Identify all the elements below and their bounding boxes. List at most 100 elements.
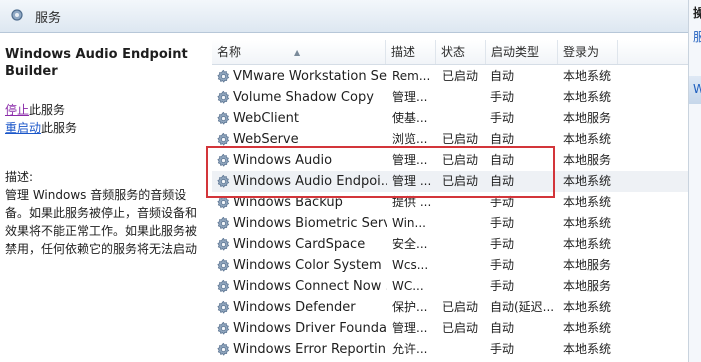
service-name: WebClient xyxy=(233,111,299,126)
actions-pane-item[interactable]: 服 xyxy=(693,28,701,45)
gear-icon xyxy=(216,90,231,105)
service-row[interactable]: VMware Workstation Se... Rem... 已启动 自动 本地系统 xyxy=(212,66,688,87)
service-name: Windows Biometric Serv... xyxy=(233,216,387,231)
gear-icon xyxy=(216,300,231,315)
gear-icon xyxy=(216,258,231,273)
service-details-pane: Windows Audio Endpoint Builder 停止此服务 重启动… xyxy=(0,33,212,362)
column-header-description-label: 描述 xyxy=(391,45,416,59)
service-row[interactable]: Windows Color System Wcs... 手动 本地服务 xyxy=(212,255,688,276)
column-header-logon-label: 登录为 xyxy=(563,45,600,59)
service-description: Rem... xyxy=(392,69,431,83)
service-startup-type: 手动 xyxy=(490,342,515,356)
restart-service-link[interactable]: 重启动 xyxy=(5,121,41,135)
service-row[interactable]: Windows CardSpace 安全... 手动 本地系统 xyxy=(212,234,688,255)
service-startup-type: 自动 xyxy=(490,69,515,83)
service-logon-as: 本地系统 xyxy=(563,321,612,335)
service-logon-as: 本地服务 xyxy=(563,258,612,272)
service-logon-as: 本地系统 xyxy=(563,174,612,188)
service-logon-as: 本地系统 xyxy=(563,300,612,314)
service-startup-type: 自动 xyxy=(490,321,515,335)
service-startup-type: 手动 xyxy=(490,216,515,230)
actions-pane-item-2[interactable]: W xyxy=(693,82,701,96)
restart-service-action: 重启动此服务 xyxy=(5,119,77,136)
service-status xyxy=(442,213,488,234)
service-status: 已启动 xyxy=(442,69,479,83)
service-logon-as: 本地系统 xyxy=(563,216,612,230)
description-label: 描述: xyxy=(5,170,34,184)
column-header-description[interactable]: 描述 xyxy=(386,40,436,64)
service-status: 已启动 xyxy=(442,321,479,335)
column-header-logon-as[interactable]: 登录为 xyxy=(558,40,618,64)
service-row[interactable]: Volume Shadow Copy 管理... 手动 本地系统 xyxy=(212,87,688,108)
actions-pane: 操 服 W xyxy=(688,0,701,362)
service-status xyxy=(442,87,488,108)
service-status xyxy=(442,276,488,297)
gear-icon xyxy=(216,69,231,84)
service-name: Windows Defender xyxy=(233,300,356,315)
service-name: Windows Connect Now ... xyxy=(233,279,387,294)
service-status xyxy=(442,339,488,360)
gear-icon xyxy=(216,342,231,357)
service-logon-as: 本地系统 xyxy=(563,90,612,104)
service-description: 保护... xyxy=(392,300,428,314)
service-row[interactable]: Windows Error Reportin... 允许... 手动 本地系统 xyxy=(212,339,688,360)
service-startup-type: 手动 xyxy=(490,258,515,272)
description-text: 管理 Windows 音频服务的音频设备。如果此服务被停止，音频设备和效果将不能… xyxy=(5,188,198,256)
service-name: Windows Driver Founda... xyxy=(233,321,387,336)
service-logon-as: 本地系统 xyxy=(563,195,612,209)
gear-icon xyxy=(216,132,231,147)
service-name: Volume Shadow Copy xyxy=(233,90,374,105)
service-description: 管理... xyxy=(392,321,428,335)
service-row[interactable]: Windows Driver Founda... 管理... 已启动 自动 本地系统 xyxy=(212,318,688,339)
stop-service-action: 停止此服务 xyxy=(5,101,65,118)
service-row[interactable]: Windows Connect Now ... WC... 手动 本地服务 xyxy=(212,276,688,297)
service-description: 安全... xyxy=(392,237,428,251)
column-header-name-label: 名称 xyxy=(217,45,242,59)
column-header-status[interactable]: 状态 xyxy=(436,40,486,64)
column-header-name[interactable]: 名称 ▲ xyxy=(212,40,386,64)
title-bar: 服务 xyxy=(0,0,688,33)
service-row[interactable]: Windows Defender 保护... 已启动 自动(延迟... 本地系统 xyxy=(212,297,688,318)
service-name: Windows Color System xyxy=(233,258,382,273)
service-title: Windows Audio Endpoint Builder xyxy=(5,47,188,79)
service-description: Wcs... xyxy=(392,258,429,272)
service-logon-as: 本地服务 xyxy=(563,111,612,125)
service-status xyxy=(442,234,488,255)
service-startup-type: 手动 xyxy=(490,111,515,125)
window-title: 服务 xyxy=(35,11,62,26)
service-logon-as: 本地系统 xyxy=(563,342,612,356)
actions-pane-header: 操 xyxy=(693,6,701,20)
services-icon xyxy=(11,9,23,21)
gear-icon xyxy=(216,237,231,252)
service-logon-as: 本地系统 xyxy=(563,237,612,251)
column-header-status-label: 状态 xyxy=(441,45,466,59)
gear-icon xyxy=(216,279,231,294)
service-startup-type: 自动(延迟... xyxy=(490,300,555,314)
service-startup-type: 手动 xyxy=(490,90,515,104)
service-status xyxy=(442,255,488,276)
column-header-startup-type[interactable]: 启动类型 xyxy=(486,40,558,64)
restart-service-suffix: 此服务 xyxy=(41,121,78,135)
service-row[interactable]: WebClient 使基... 手动 本地服务 xyxy=(212,108,688,129)
service-name: VMware Workstation Se... xyxy=(233,69,387,84)
service-logon-as: 本地服务 xyxy=(563,153,612,167)
annotation-highlight-box xyxy=(206,146,555,198)
service-logon-as: 本地服务 xyxy=(563,279,612,293)
sort-ascending-icon: ▲ xyxy=(294,48,301,57)
column-header-startup-label: 启动类型 xyxy=(491,45,540,59)
service-startup-type: 手动 xyxy=(490,279,515,293)
service-logon-as: 本地系统 xyxy=(563,132,612,146)
service-description: 管理... xyxy=(392,90,428,104)
service-description: 使基... xyxy=(392,111,428,125)
service-status xyxy=(442,108,488,129)
column-header-row: 名称 ▲ 描述 状态 启动类型 登录为 xyxy=(212,40,688,65)
stop-service-link[interactable]: 停止 xyxy=(5,103,29,117)
service-row[interactable]: Windows Biometric Serv... Win... 手动 本地系统 xyxy=(212,213,688,234)
service-description: WC... xyxy=(392,279,424,293)
gear-icon xyxy=(216,216,231,231)
gear-icon xyxy=(216,321,231,336)
service-startup-type: 手动 xyxy=(490,237,515,251)
gear-icon xyxy=(216,111,231,126)
service-name: Windows CardSpace xyxy=(233,237,366,252)
service-description: 允许... xyxy=(392,342,428,356)
